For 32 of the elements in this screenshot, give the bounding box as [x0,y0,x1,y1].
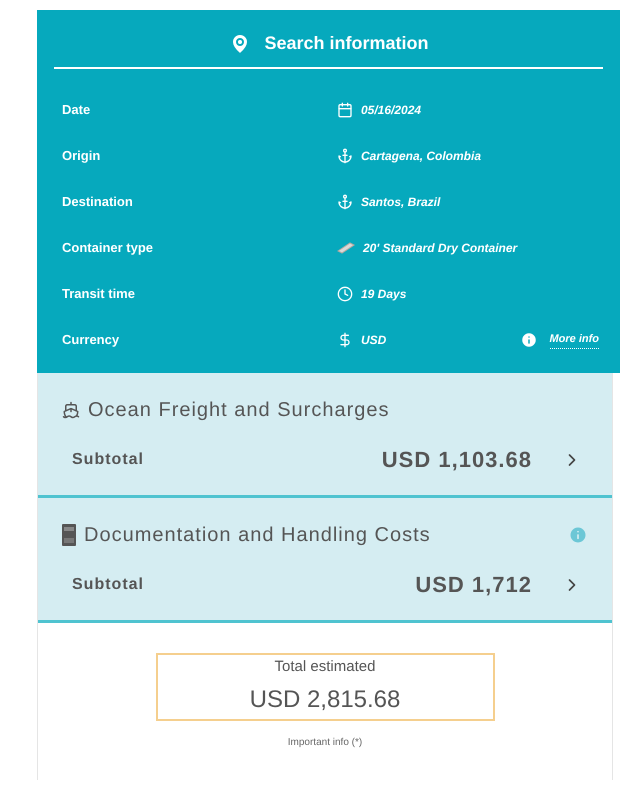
anchor-icon [337,148,353,164]
subtotal-amount: USD 1,103.68 [382,446,532,474]
info-value: Santos, Brazil [361,194,440,211]
info-value: Cartagena, Colombia [361,148,482,165]
subtotal-label: Subtotal [72,450,144,470]
info-value: 05/16/2024 [361,102,422,119]
total-amount: USD 2,815.68 [250,685,400,716]
ship-icon [62,401,80,419]
anchor-icon [337,194,353,210]
document-icon [62,524,76,546]
info-label: Currency [61,331,120,350]
cost-section[interactable]: Ocean Freight and Surcharges Subtotal USD 1,103.68 [38,373,612,498]
panel-title: Search information [264,32,429,55]
info-value: USD [361,332,386,349]
clock-icon [337,286,353,302]
subtotal-label: Subtotal [72,574,144,594]
info-label: Destination [61,193,134,212]
section-title: Documentation and Handling Costs [84,523,431,548]
container-icon [337,242,355,254]
info-icon [520,331,538,349]
info-label: Container type [61,239,154,258]
total-label: Total estimated [274,656,376,677]
info-value: 19 Days [361,286,406,303]
section-title: Ocean Freight and Surcharges [88,398,390,423]
cost-section[interactable]: Documentation and Handling Costs Subtotal USD 1,712 [38,498,612,623]
calendar-icon [337,102,353,118]
info-value: 20' Standard Dry Container [363,240,518,257]
info-label: Date [61,101,92,120]
subtotal-amount: USD 1,712 [415,571,532,599]
info-label: Origin [61,147,102,166]
info-label: Transit time [61,285,136,304]
important-info-note: Important info (*) [288,736,362,750]
